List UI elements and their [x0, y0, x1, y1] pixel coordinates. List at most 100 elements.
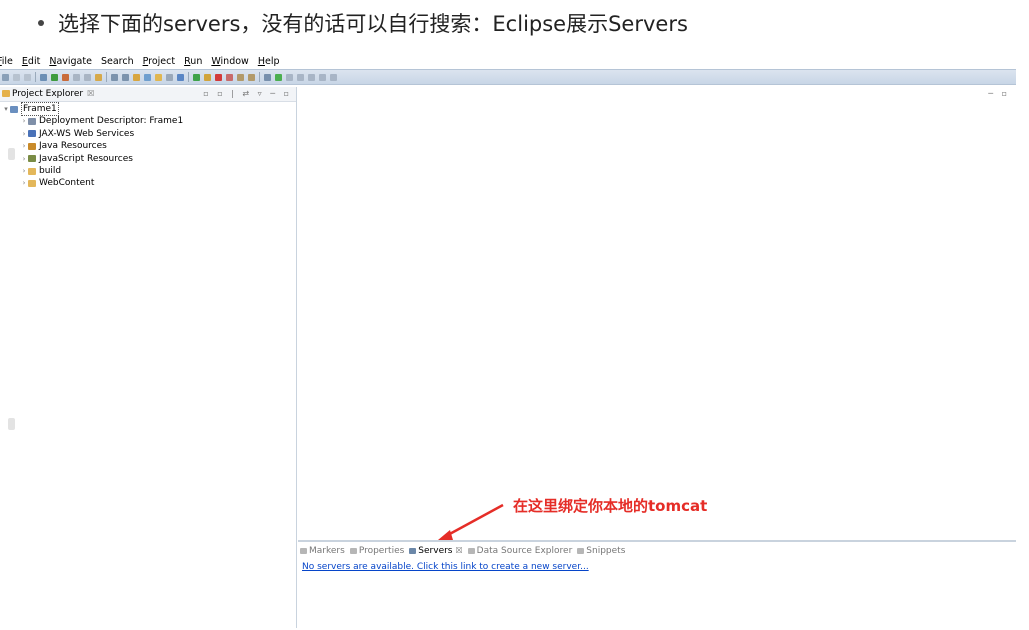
eclipse-window: File Edit Navigate Search Project Run Wi… [0, 54, 1016, 630]
close-icon[interactable]: ☒ [456, 545, 463, 557]
project-explorer-icon [2, 90, 10, 97]
green-status-icon[interactable] [275, 73, 282, 81]
step-icon[interactable] [237, 73, 244, 81]
tree-item-label: Frame1 [21, 102, 59, 117]
open-type-icon[interactable] [111, 73, 118, 81]
view-toolbar-icons[interactable]: ▫ ▫ | ⇄ ▿ ─ ▫ [203, 87, 292, 101]
tree-item[interactable]: › WebContent [0, 177, 183, 189]
stop-server-icon[interactable] [215, 73, 222, 81]
editor-minimize-maximize-icons[interactable]: ─ ▫ [988, 89, 1010, 98]
menu-navigate[interactable]: Navigate [49, 54, 92, 69]
monitor-icon[interactable] [177, 73, 184, 81]
menu-window[interactable]: Window [211, 54, 248, 69]
menubar: File Edit Navigate Search Project Run Wi… [0, 54, 1016, 69]
descriptor-icon [28, 118, 36, 126]
disconnect-icon[interactable] [226, 73, 233, 81]
project-tree: ▾ Frame1 › Deployment Descriptor: Frame1… [0, 102, 184, 190]
annotation-text: 在这里绑定你本地的tomcat [513, 497, 708, 515]
pin-icon[interactable] [166, 73, 173, 81]
tree-item-label: Java Resources [39, 141, 107, 152]
tree-item-label: JAX-WS Web Services [39, 128, 135, 139]
bottom-views-panel: Markers Properties Servers ☒ Data Source… [298, 540, 1016, 630]
save-icon[interactable] [13, 73, 20, 81]
menu-run[interactable]: Run [184, 54, 202, 69]
slide-heading-text: 选择下面的servers，没有的话可以自行搜索：Eclipse展示Servers [58, 12, 688, 36]
tab-markers[interactable]: Markers [300, 545, 345, 557]
create-server-link[interactable]: No servers are available. Click this lin… [302, 562, 589, 572]
tree-item[interactable]: › JAX-WS Web Services [0, 128, 183, 140]
javascript-resources-icon [28, 155, 36, 163]
search-icon[interactable] [144, 73, 151, 81]
menu-project[interactable]: Project [143, 54, 176, 69]
markers-icon [300, 548, 307, 554]
web-project-icon [10, 105, 18, 113]
menu-search[interactable]: Search [101, 54, 134, 69]
new-icon[interactable] [2, 73, 9, 81]
save-all-icon[interactable] [24, 73, 31, 81]
tab-data-source-explorer[interactable]: Data Source Explorer [467, 545, 572, 557]
properties-icon [349, 548, 357, 554]
toolbar-separator [35, 72, 36, 82]
back-icon[interactable] [308, 73, 315, 81]
tree-item-project[interactable]: ▾ Frame1 [0, 102, 183, 117]
close-icon[interactable]: ☒ [87, 89, 94, 98]
tree-item-label: WebContent [39, 178, 95, 189]
start-server-icon[interactable] [193, 73, 200, 81]
open-task-icon[interactable] [122, 73, 129, 81]
bottom-tab-bar: Markers Properties Servers ☒ Data Source… [300, 545, 630, 557]
menu-edit[interactable]: Edit [22, 54, 40, 69]
next-annotation-icon[interactable] [286, 73, 293, 81]
project-explorer-view: Project Explorer ☒ ▫ ▫ | ⇄ ▿ ─ ▫ ▾ Frame1… [0, 87, 297, 628]
tab-snippets[interactable]: Snippets [577, 545, 625, 557]
tree-item[interactable]: › build [0, 165, 183, 177]
folder-icon [28, 180, 36, 188]
main-toolbar [0, 69, 1016, 85]
new-package-icon[interactable] [84, 73, 91, 81]
tree-item[interactable]: › Deployment Descriptor: Frame1 [0, 115, 184, 127]
menu-file[interactable]: File [0, 54, 13, 69]
collapsed-chevron-icon[interactable]: › [20, 165, 28, 177]
tab-servers[interactable]: Servers ☒ [409, 545, 463, 557]
collapsed-chevron-icon[interactable]: › [20, 128, 28, 140]
menu-help[interactable]: Help [258, 54, 280, 69]
toolbar-separator [259, 72, 260, 82]
tree-item[interactable]: › JavaScript Resources [0, 153, 183, 165]
new-java-project-icon[interactable] [73, 73, 80, 81]
servers-icon [409, 548, 417, 554]
publish-icon[interactable] [204, 73, 211, 81]
webservice-icon [28, 130, 36, 138]
collapsed-chevron-icon[interactable]: › [20, 153, 28, 165]
open-folder-icon[interactable] [133, 73, 140, 81]
tree-item-label: Deployment Descriptor: Frame1 [39, 116, 184, 127]
data-source-icon [467, 548, 475, 554]
step-over-icon[interactable] [248, 73, 255, 81]
java-resources-icon [28, 142, 36, 150]
run-icon[interactable] [51, 73, 58, 81]
margin-mark [8, 148, 15, 160]
new-class-icon[interactable] [95, 73, 102, 81]
project-explorer-tab[interactable]: Project Explorer ☒ ▫ ▫ | ⇄ ▿ ─ ▫ [0, 87, 296, 102]
debug-icon[interactable] [40, 73, 47, 81]
previous-annotation-icon[interactable] [297, 73, 304, 81]
external-tools-icon[interactable] [62, 73, 69, 81]
collapsed-chevron-icon[interactable]: › [20, 140, 28, 152]
perspective-icon[interactable] [264, 73, 271, 81]
forward-icon[interactable] [319, 73, 326, 81]
toolbar-separator [188, 72, 189, 82]
folder-icon [28, 167, 36, 175]
toolbar-separator [106, 72, 107, 82]
snippets-icon [577, 548, 585, 554]
annotation-icon[interactable] [155, 73, 162, 81]
tree-item-label: build [39, 165, 62, 176]
project-explorer-title: Project Explorer [12, 89, 84, 99]
margin-mark [8, 418, 15, 430]
tree-item[interactable]: › Java Resources [0, 140, 183, 152]
tab-properties[interactable]: Properties [349, 545, 404, 557]
collapsed-chevron-icon[interactable]: › [20, 115, 28, 127]
collapsed-chevron-icon[interactable]: › [20, 177, 28, 189]
bullet-icon [38, 20, 44, 26]
dropdown-icon[interactable] [330, 73, 337, 81]
slide-heading: 选择下面的servers，没有的话可以自行搜索：Eclipse展示Servers [38, 8, 688, 38]
expanded-chevron-icon[interactable]: ▾ [2, 103, 10, 115]
editor-area[interactable]: ─ ▫ [298, 87, 1016, 539]
